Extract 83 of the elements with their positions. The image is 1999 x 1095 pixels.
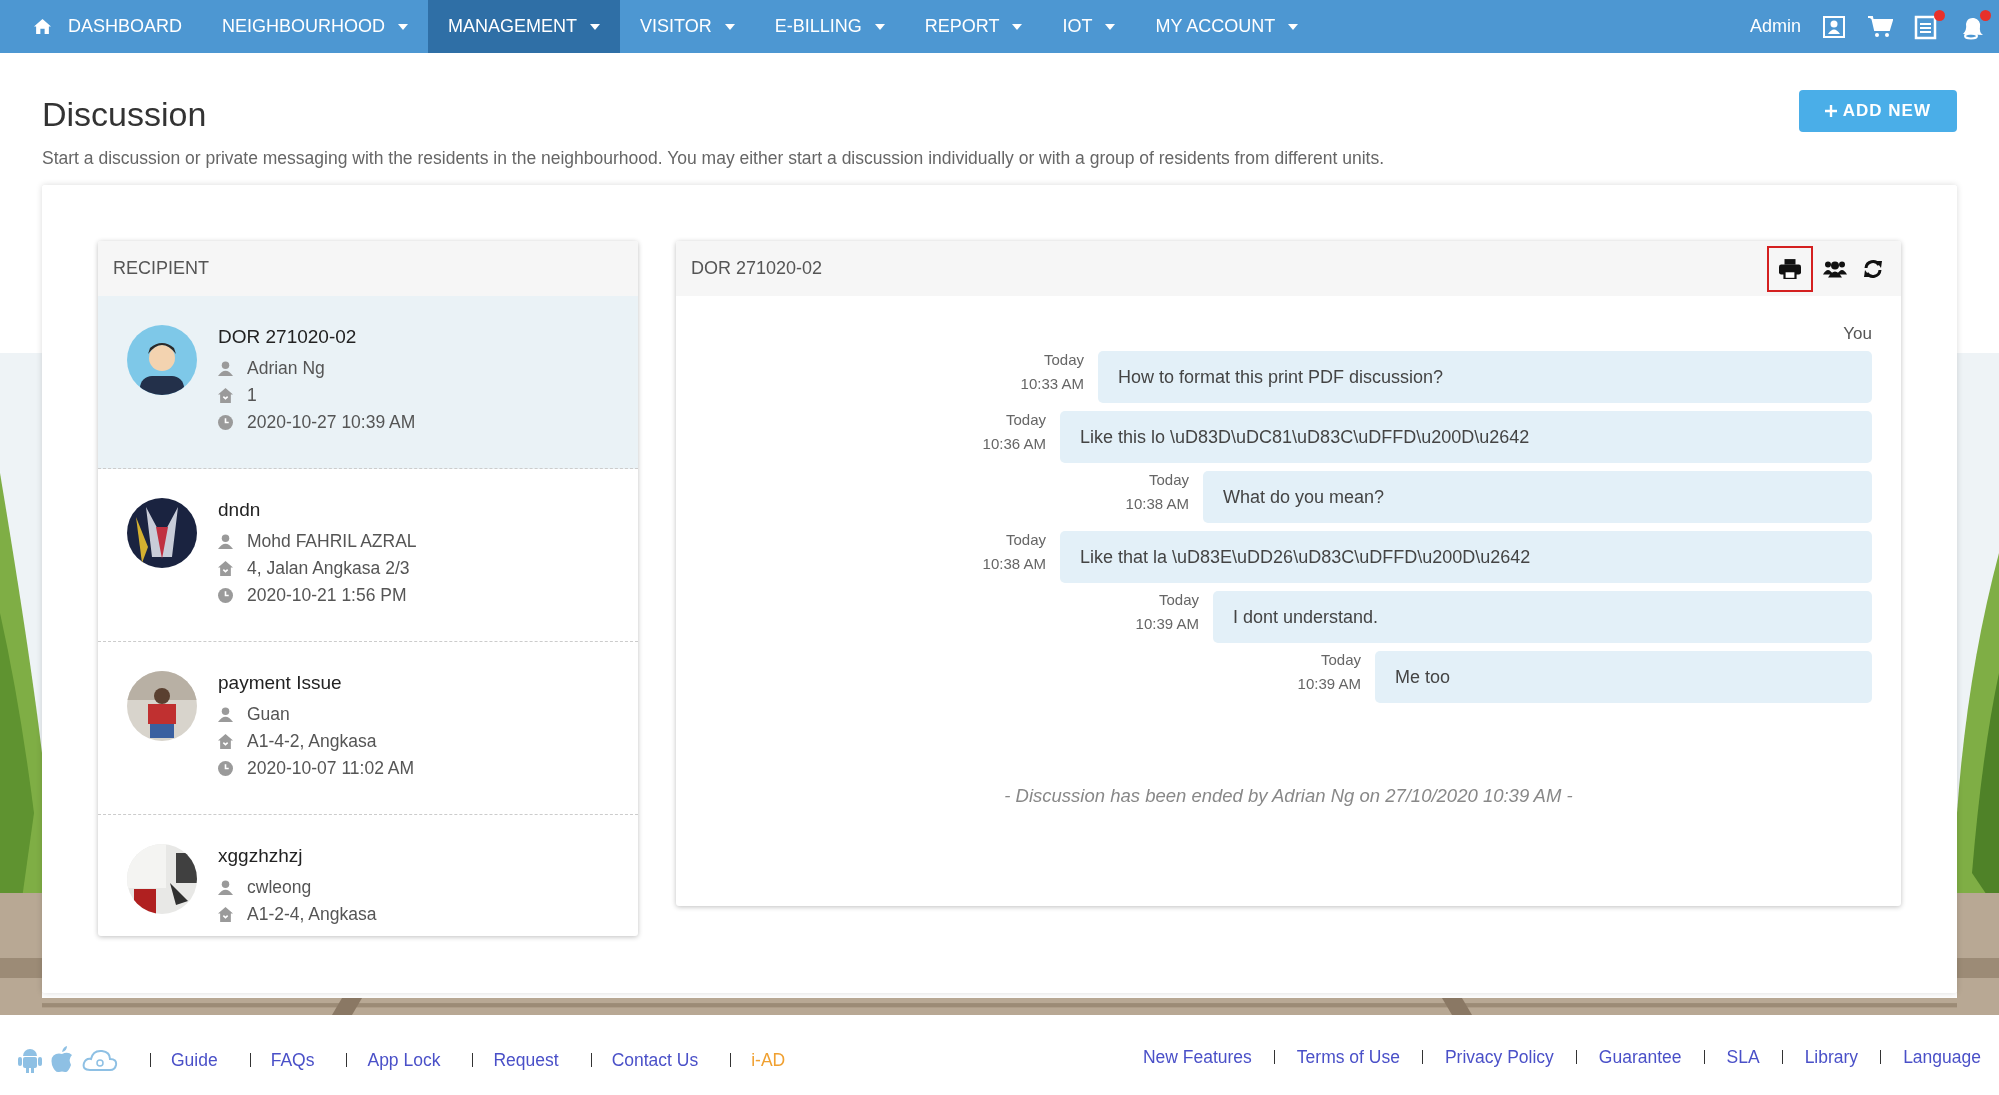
footer-link[interactable]: Guide <box>171 1049 218 1071</box>
footer-link[interactable]: Language <box>1903 1046 1981 1068</box>
message-day: Today <box>1005 411 1046 428</box>
house-icon <box>218 907 233 922</box>
message-time: 10:38 AM <box>1125 495 1189 512</box>
page-title: Discussion <box>42 95 207 134</box>
print-button[interactable] <box>1767 245 1813 292</box>
message-day: Today <box>1158 591 1199 608</box>
caret-icon <box>874 23 885 30</box>
clock-icon <box>218 415 233 430</box>
group-icon <box>1823 259 1847 278</box>
user-name: Admin <box>1749 16 1801 37</box>
panel-title: DOR 271020-02 <box>691 258 823 279</box>
discussion-title: dndn <box>218 499 262 521</box>
footer-link[interactable]: Privacy Policy <box>1444 1046 1554 1068</box>
caret-icon <box>1288 23 1299 30</box>
message-bubble: Like that la \uD83E\uDD26\uD83C\uDFFD\u200D\u2642 <box>1060 531 1872 583</box>
unit-address: 1 <box>247 385 257 406</box>
footer-link[interactable]: App Lock <box>367 1049 441 1071</box>
resident-name: Mohd FAHRIL AZRAL <box>247 531 417 552</box>
clock-icon <box>218 761 233 776</box>
message-bubble: How to format this print PDF discussion? <box>1098 351 1872 403</box>
footer-link[interactable]: Guarantee <box>1598 1046 1682 1068</box>
timestamp: 2020-10-21 1:56 PM <box>247 585 407 606</box>
recipient-item[interactable]: dndn Mohd FAHRIL AZRAL 4, Jalan Angkasa 2/3 2020-10-21 1:56 PM <box>98 469 638 642</box>
message-day: Today <box>1148 471 1189 488</box>
caret-icon <box>724 23 735 30</box>
resident-name: Adrian Ng <box>247 358 325 379</box>
discussion-title: DOR 271020-02 <box>218 326 358 348</box>
message-day: Today <box>1043 351 1084 368</box>
message-bubble: What do you mean? <box>1203 471 1872 523</box>
unit-address: 4, Jalan Angkasa 2/3 <box>247 558 410 579</box>
message-bubble: I dont understand. <box>1213 591 1872 643</box>
caret-icon <box>398 23 409 30</box>
person-icon <box>218 534 233 549</box>
resident-name: Guan <box>247 704 290 725</box>
person-icon <box>218 361 233 376</box>
refresh-icon <box>1863 258 1883 279</box>
print-icon <box>1779 258 1801 279</box>
message-day: Today <box>1320 651 1361 668</box>
unit-address: A1-2-4, Angkasa <box>247 904 377 925</box>
discussion-title: xggzhzhzj <box>218 845 304 867</box>
recipient-item[interactable]: xggzhzhzj cwleong A1-2-4, Angkasa <box>98 815 638 936</box>
clock-icon <box>218 588 233 603</box>
message-time: 10:38 AM <box>982 555 1046 572</box>
timestamp: 2020-10-27 10:39 AM <box>247 412 416 433</box>
caret-icon <box>590 23 601 30</box>
footer-link[interactable]: New Features <box>1142 1046 1252 1068</box>
sender-label: You <box>1843 324 1872 344</box>
timestamp: 2020-10-07 11:02 AM <box>247 758 415 779</box>
recipient-item[interactable]: DOR 271020-02 Adrian Ng 1 2020-10-27 10:39 AM <box>98 296 638 469</box>
footer-link[interactable]: FAQs <box>270 1049 315 1071</box>
message-time: 10:39 AM <box>1297 675 1361 692</box>
recipient-item[interactable]: payment Issue Guan A1-4-2, Angkasa 2020-10-07 11:02 AM <box>98 642 638 815</box>
nav-menu-item[interactable]: MANAGEMENT <box>428 0 621 53</box>
footer-link[interactable]: Contact Us <box>611 1049 699 1071</box>
caret-icon <box>1105 23 1116 30</box>
person-icon <box>218 707 233 722</box>
person-icon <box>218 880 233 895</box>
discussion-ended-note: - Discussion has been ended by Adrian Ng on 27/10/2020 10:39 AM - <box>1004 785 1573 807</box>
message-bubble: Me too <box>1375 651 1872 703</box>
footer-link[interactable]: Request <box>493 1049 559 1071</box>
house-icon <box>218 388 233 403</box>
footer-link[interactable]: Library <box>1804 1046 1859 1068</box>
discussion-title: payment Issue <box>218 672 343 694</box>
house-icon <box>218 561 233 576</box>
message-bubble: Like this lo \uD83D\uDC81\uD83C\uDFFD\u200D\u2642 <box>1060 411 1872 463</box>
footer-link[interactable]: SLA <box>1726 1046 1760 1068</box>
unit-address: A1-4-2, Angkasa <box>247 731 377 752</box>
alert-dot <box>1980 9 1991 21</box>
message-time: 10:36 AM <box>982 435 1046 452</box>
resident-name: cwleong <box>247 877 312 898</box>
message-day: Today <box>1005 531 1046 548</box>
alert-dot <box>1934 9 1945 21</box>
page-description: Start a discussion or private messaging with the residents in the neighbourhood. You may either start a discussion individually or with a group of residents from different units. <box>42 148 1386 169</box>
message-time: 10:33 AM <box>1020 375 1084 392</box>
home-icon <box>34 19 51 34</box>
caret-icon <box>1012 23 1023 30</box>
message-time: 10:39 AM <box>1135 615 1199 632</box>
panel-title: RECIPIENT <box>113 258 209 279</box>
plus-icon <box>1824 104 1837 117</box>
footer-link[interactable]: Terms of Use <box>1296 1046 1400 1068</box>
house-icon <box>218 734 233 749</box>
